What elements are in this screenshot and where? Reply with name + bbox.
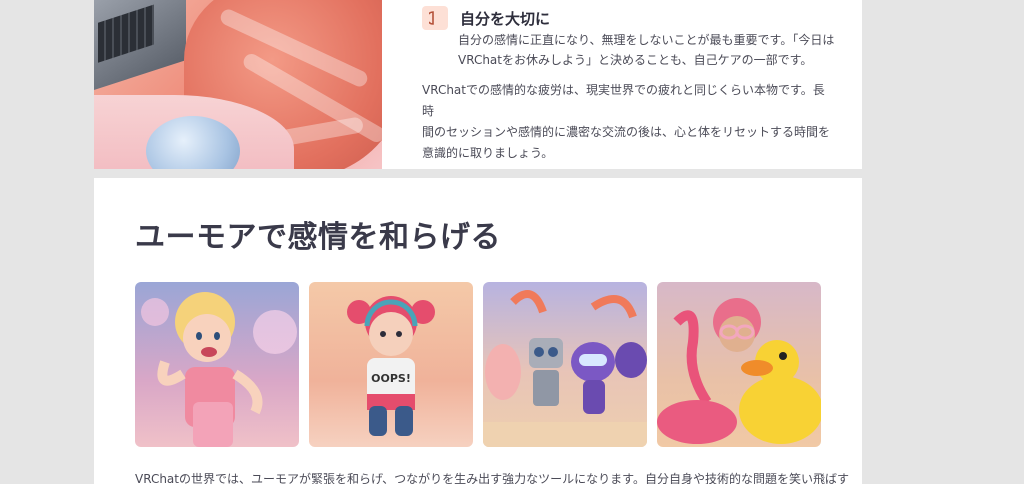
tip-header: 自分を大切に — [422, 6, 550, 30]
laptop-bed-illustration — [94, 0, 382, 169]
svg-text:OOPS!: OOPS! — [371, 372, 411, 385]
tip-body: 自分の感情に正直になり、無理をしないことが最も重要です。「今日は VRChatを… — [458, 30, 838, 70]
gallery-image-robots[interactable] — [483, 282, 647, 447]
half-circle-icon — [422, 6, 448, 30]
emotional-fatigue-paragraph: VRChatでの感情的な疲労は、現実世界での疲れと同じくらい本物です。長時 間の… — [422, 80, 832, 164]
tip-body-line: 自分の感情に正直になり、無理をしないことが最も重要です。「今日は — [458, 33, 835, 47]
section-heading: ユーモアで感情を和らげる — [135, 220, 501, 255]
gallery-image-girl-oops[interactable]: OOPS! — [309, 282, 473, 447]
paragraph-line: 間のセッションや感情的に濃密な交流の後は、心と体をリセットする時間を — [422, 125, 831, 139]
humor-section-card: ユーモアで感情を和らげる OOPS! VRChatの世界では、ユーモアが緊張を和… — [94, 178, 862, 484]
laptop-image — [94, 0, 186, 90]
self-care-card: 自分を大切に 自分の感情に正直になり、無理をしないことが最も重要です。「今日は … — [94, 0, 862, 169]
humor-paragraph: VRChatの世界では、ユーモアが緊張を和らげ、つながりを生み出す強力なツールに… — [135, 472, 849, 484]
gallery-image-girl-blonde[interactable] — [135, 282, 299, 447]
tip-body-line: VRChatをお休みしよう」と決めることも、自己ケアの一部です。 — [458, 53, 813, 67]
tip-title: 自分を大切に — [460, 9, 551, 28]
paragraph-line: 意識的に取りましょう。 — [422, 146, 554, 160]
gallery-image-flamingo-duck[interactable] — [657, 282, 821, 447]
image-gallery: OOPS! — [135, 282, 821, 447]
paragraph-line: VRChatでの感情的な疲労は、現実世界での疲れと同じくらい本物です。長時 — [422, 83, 825, 118]
